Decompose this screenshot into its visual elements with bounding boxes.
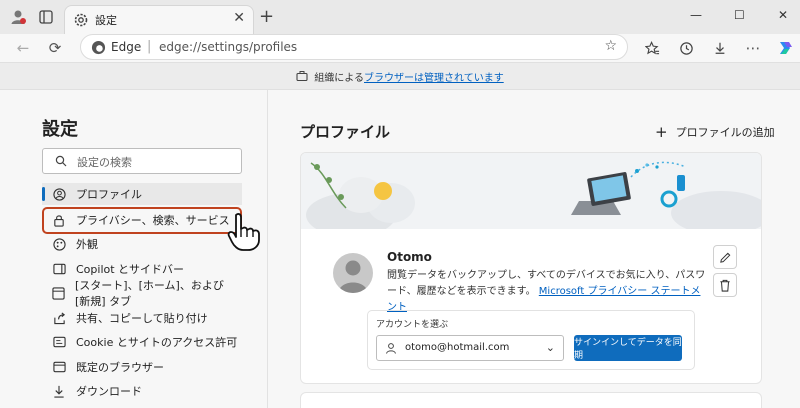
add-profile-button[interactable]: + プロファイルの追加 bbox=[655, 122, 775, 141]
account-select[interactable]: otomo@hotmail.com ⌄ bbox=[376, 335, 564, 361]
banner-text: 組織による bbox=[314, 72, 364, 84]
briefcase-icon bbox=[296, 71, 308, 81]
delete-profile-button[interactable] bbox=[713, 273, 737, 297]
address-brand: Edge bbox=[111, 40, 142, 54]
more-menu-icon[interactable]: ⋯ bbox=[742, 37, 764, 59]
sidebar-item-appearance[interactable]: 外観 bbox=[42, 233, 242, 255]
address-separator: | bbox=[147, 39, 152, 54]
plus-icon: + bbox=[655, 123, 668, 141]
banner-managed-link[interactable]: ブラウザーは管理されています bbox=[364, 69, 504, 84]
home-tabs-icon bbox=[52, 286, 65, 300]
new-tab-button[interactable]: + bbox=[259, 6, 274, 27]
edit-profile-button[interactable] bbox=[713, 245, 737, 269]
sidebar-item-downloads[interactable]: ダウンロード bbox=[42, 380, 242, 402]
download-icon bbox=[52, 384, 66, 398]
sidebar-item-label: 外観 bbox=[76, 238, 98, 251]
edge-logo-icon bbox=[91, 40, 106, 55]
tab-actions-icon[interactable] bbox=[36, 7, 56, 27]
favorites-icon[interactable] bbox=[641, 37, 663, 59]
sidebar-title: 設定 bbox=[42, 119, 78, 140]
sidebar-item-share[interactable]: 共有、コピーして貼り付け bbox=[42, 307, 242, 329]
trash-icon bbox=[720, 279, 730, 292]
pencil-icon bbox=[719, 252, 730, 263]
history-icon[interactable] bbox=[675, 37, 697, 59]
add-profile-label: プロファイルの追加 bbox=[675, 126, 775, 139]
avatar bbox=[333, 253, 373, 293]
refresh-icon[interactable]: ⟳ bbox=[44, 37, 66, 59]
sidebar-item-profiles[interactable]: プロファイル bbox=[42, 183, 242, 205]
sidebar-item-default-browser[interactable]: 既定のブラウザー bbox=[42, 356, 242, 378]
maximize-button[interactable]: ☐ bbox=[734, 8, 745, 22]
sidebar-item-label: 共有、コピーして貼り付け bbox=[76, 312, 208, 325]
tab-title: 設定 bbox=[95, 14, 117, 27]
chevron-down-icon: ⌄ bbox=[545, 341, 555, 354]
sidebar-item-start-home-tabs[interactable]: [スタート]、[ホーム]、および [新規] タブ bbox=[42, 279, 242, 308]
close-window-button[interactable]: ✕ bbox=[778, 8, 788, 22]
page-title: プロファイル bbox=[300, 123, 391, 141]
appearance-icon bbox=[52, 237, 66, 251]
minimize-button[interactable]: — bbox=[690, 8, 702, 22]
profile-name: Otomo bbox=[387, 250, 432, 264]
tab-close-icon[interactable]: ✕ bbox=[233, 10, 245, 26]
sign-in-sync-button[interactable]: サインインしてデータを同期 bbox=[574, 335, 682, 361]
account-select-value: otomo@hotmail.com bbox=[405, 342, 510, 353]
profile-card: Otomo 閲覧データをバックアップし、すべてのデバイスでお気に入り、パスワード… bbox=[300, 152, 762, 384]
sidebar-item-label: [スタート]、[ホーム]、および [新規] タブ bbox=[75, 279, 224, 308]
back-arrow-icon[interactable]: ← bbox=[12, 37, 34, 59]
profile-banner-illustration bbox=[301, 153, 761, 237]
profile-icon bbox=[52, 187, 66, 201]
sidebar-item-label: Copilot とサイドバー bbox=[76, 263, 185, 276]
address-url[interactable]: edge://settings/profiles bbox=[159, 40, 297, 54]
user-icon bbox=[386, 343, 396, 354]
managed-banner: 組織による ブラウザーは管理されています bbox=[0, 62, 800, 90]
search-placeholder: 設定の検索 bbox=[77, 156, 132, 169]
sidebar-item-cookies[interactable]: Cookie とサイトのアクセス許可 bbox=[42, 331, 242, 353]
share-icon bbox=[52, 311, 66, 325]
next-card bbox=[300, 392, 762, 408]
profile-description: 閲覧データをバックアップし、すべてのデバイスでお気に入り、パスワード、履歴などを… bbox=[387, 268, 707, 316]
favorite-star-icon[interactable]: ☆ bbox=[604, 38, 617, 54]
navigation-bar: ← ⟳ Edge | edge://settings/profiles ☆ ⋯ bbox=[0, 34, 800, 62]
tab-settings[interactable]: 設定 ✕ bbox=[64, 5, 254, 34]
browser-icon bbox=[52, 360, 66, 374]
highlight-frame bbox=[42, 207, 242, 234]
sidebar-item-label: Cookie とサイトのアクセス許可 bbox=[76, 336, 238, 349]
account-chooser: アカウントを選ぶ otomo@hotmail.com ⌄ サインインしてデータを… bbox=[367, 310, 695, 370]
sidebar-icon bbox=[52, 262, 66, 276]
sidebar-item-label: プロファイル bbox=[76, 188, 142, 201]
address-bar[interactable]: Edge | edge://settings/profiles ☆ bbox=[80, 34, 628, 60]
sidebar-item-label: ダウンロード bbox=[76, 385, 142, 398]
gear-icon bbox=[74, 13, 88, 27]
downloads-icon[interactable] bbox=[709, 37, 731, 59]
profile-avatar-icon[interactable] bbox=[8, 7, 28, 27]
search-icon bbox=[55, 155, 67, 167]
cookie-icon bbox=[52, 335, 66, 349]
settings-search-input[interactable]: 設定の検索 bbox=[42, 148, 242, 174]
sidebar-item-label: 既定のブラウザー bbox=[76, 361, 164, 374]
copilot-icon[interactable] bbox=[774, 37, 796, 59]
pointer-hand-icon bbox=[227, 213, 260, 251]
account-label: アカウントを選ぶ bbox=[376, 320, 449, 330]
tab-strip: 設定 ✕ + — ☐ ✕ bbox=[0, 0, 800, 34]
